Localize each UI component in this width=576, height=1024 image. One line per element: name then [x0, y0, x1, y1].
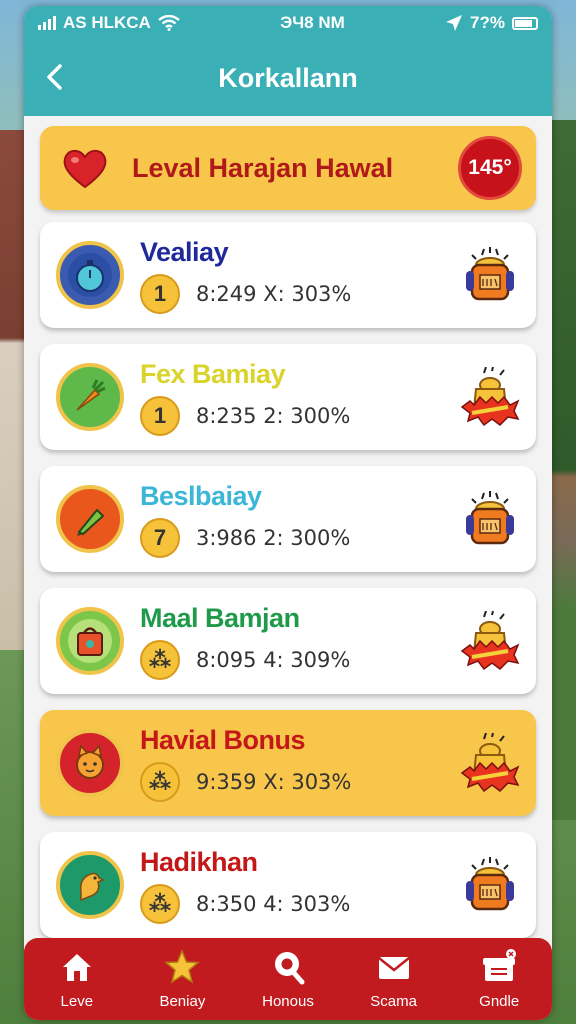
cat-icon: [56, 729, 124, 797]
list-item[interactable]: Beslbaiay 7 3:986 2: 300%: [40, 466, 536, 572]
nav-label: Leve: [60, 992, 94, 1010]
coin-icon: 7: [140, 518, 180, 558]
nav-item-honous[interactable]: Honous: [238, 949, 338, 1010]
battery-percent: 7?%: [470, 13, 505, 32]
nav-item-scama[interactable]: Scama: [344, 949, 444, 1010]
item-name: Fex Bamiay: [140, 359, 286, 389]
nav-item-leve[interactable]: Leve: [27, 949, 127, 1010]
bird-icon: [56, 851, 124, 919]
item-name: Havial Bonus: [140, 725, 306, 755]
coin-icon: 1: [140, 274, 180, 314]
mug-reward-icon[interactable]: [460, 855, 520, 915]
nav-label: Beniay: [159, 992, 206, 1010]
star-icon: [164, 948, 201, 993]
item-stats: 8:350 4: 303%: [196, 892, 351, 916]
heart-icon: [63, 149, 107, 189]
coin-icon: 1: [140, 396, 180, 436]
item-name: Maal Bamjan: [140, 603, 300, 633]
list-item[interactable]: Hadikhan ⁂ 8:350 4: 303%: [40, 832, 536, 938]
marker-icon: [56, 485, 124, 553]
carrier-label: AS HLKCA: [63, 13, 151, 32]
location-icon: [446, 15, 463, 31]
home-icon: [59, 949, 95, 993]
item-stats: 8:235 2: 300%: [196, 404, 351, 428]
coin-icon: ⁂: [140, 884, 180, 924]
mail-icon: [376, 949, 412, 993]
list-item[interactable]: Havial Bonus ⁂ 9:359 X: 303%: [40, 710, 536, 816]
item-name: Beslbaiay: [140, 481, 262, 511]
item-stats: 3:986 2: 300%: [196, 526, 351, 550]
level-list: Leval Harajan Hawal 145° Vealiay 1 8:249 X…: [24, 116, 552, 938]
item-stats: 9:359 X: 303%: [196, 770, 352, 794]
gold-bonus-icon[interactable]: [460, 732, 520, 793]
item-name: Hadikhan: [140, 847, 258, 877]
item-name: Vealiay: [140, 237, 229, 267]
battery-icon: [512, 16, 538, 30]
stopwatch-icon: [56, 241, 124, 309]
nav-label: Honous: [262, 992, 314, 1010]
nav-label: Gndle: [479, 992, 520, 1010]
bag-icon: [56, 607, 124, 675]
app-header: Korkallann: [24, 40, 552, 116]
bottom-nav: Leve Beniay Honous Scama Gndle: [24, 938, 552, 1020]
list-item[interactable]: Vealiay 1 8:249 X: 303%: [40, 222, 536, 328]
coin-icon: ⁂: [140, 640, 180, 680]
search-icon: [270, 949, 306, 993]
signal-icon: [38, 16, 56, 30]
banner-title: Leval Harajan Hawal: [132, 152, 394, 183]
nav-label: Scama: [370, 992, 417, 1010]
level-banner[interactable]: Leval Harajan Hawal 145°: [40, 126, 536, 210]
status-bar: AS HLKCA ЭЧ8 NM 7?%: [24, 6, 552, 40]
list-item[interactable]: Fex Bamiay 1 8:235 2: 300%: [40, 344, 536, 450]
carrot-icon: [56, 363, 124, 431]
list-item[interactable]: Maal Bamjan ⁂ 8:095 4: 309%: [40, 588, 536, 694]
item-stats: 8:095 4: 309%: [196, 648, 351, 672]
coin-icon: ⁂: [140, 762, 180, 802]
gold-bonus-icon[interactable]: [460, 610, 520, 671]
nav-item-beniay[interactable]: Beniay: [132, 948, 232, 1010]
mug-reward-icon[interactable]: [460, 489, 520, 549]
gold-bonus-icon[interactable]: [460, 366, 520, 427]
back-arrow-icon[interactable]: [38, 60, 72, 94]
item-stats: 8:249 X: 303%: [196, 282, 352, 306]
nav-item-gndle[interactable]: Gndle: [449, 948, 549, 1010]
clock: ЭЧ8 NM: [280, 13, 345, 32]
wifi-icon: [158, 15, 180, 31]
mug-reward-icon[interactable]: [460, 245, 520, 305]
level-badge: 145°: [458, 136, 522, 200]
page-title: Korkallann: [218, 62, 358, 93]
gift-icon: [481, 948, 517, 993]
app-window: AS HLKCA ЭЧ8 NM 7?% Korkallann Leval Har…: [24, 6, 552, 1020]
